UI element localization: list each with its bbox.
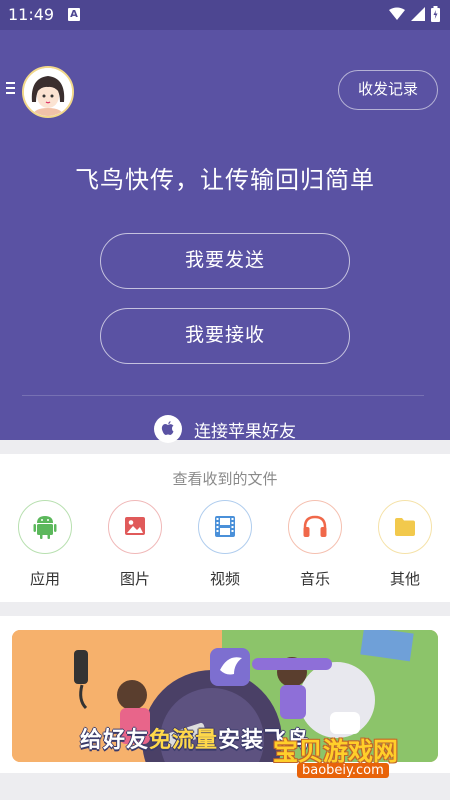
signal-icon — [411, 7, 425, 21]
divider — [22, 395, 424, 396]
film-icon — [198, 500, 252, 554]
category-other-label: 其他 — [389, 570, 420, 588]
notification-icon: A — [68, 8, 80, 21]
menu-icon[interactable] — [6, 82, 16, 96]
category-videos-label: 视频 — [209, 570, 240, 588]
avatar[interactable] — [22, 66, 74, 118]
send-button[interactable]: 我要发送 — [100, 233, 350, 289]
category-music[interactable]: 音乐 — [287, 500, 343, 589]
connect-apple-link[interactable]: 连接苹果好友 — [0, 415, 450, 443]
battery-icon — [431, 6, 440, 22]
category-music-label: 音乐 — [299, 570, 330, 588]
history-button[interactable]: 收发记录 — [338, 70, 438, 110]
image-icon — [108, 500, 162, 554]
system-icons — [389, 6, 440, 22]
headphones-icon — [288, 500, 342, 554]
connect-apple-label: 连接苹果好友 — [194, 421, 296, 442]
wifi-icon — [389, 7, 405, 20]
avatar-girl-icon — [24, 68, 72, 116]
category-apps[interactable]: 应用 — [17, 500, 73, 589]
category-images-label: 图片 — [119, 570, 150, 588]
category-other[interactable]: 其他 — [377, 500, 433, 589]
category-images[interactable]: 图片 — [107, 500, 163, 589]
received-files-panel: 查看收到的文件 应用 图片 视频 音乐 其他 — [0, 454, 450, 602]
android-icon — [18, 500, 72, 554]
receive-button[interactable]: 我要接收 — [100, 308, 350, 364]
category-videos[interactable]: 视频 — [197, 500, 253, 589]
status-bar: 11:49 A — [0, 0, 450, 30]
received-files-title: 查看收到的文件 — [172, 470, 278, 488]
apple-icon — [154, 415, 182, 443]
header-panel: 收发记录 飞鸟快传，让传输回归简单 我要发送 我要接收 连接苹果好友 — [0, 30, 450, 443]
slogan: 飞鸟快传，让传输回归简单 — [75, 166, 375, 194]
category-apps-label: 应用 — [29, 570, 60, 588]
watermark-url: baobeiy.com — [297, 763, 389, 778]
status-time: 11:49 — [8, 5, 55, 24]
folder-icon — [378, 500, 432, 554]
watermark: 宝贝游戏网 baobeiy.com — [273, 732, 443, 782]
